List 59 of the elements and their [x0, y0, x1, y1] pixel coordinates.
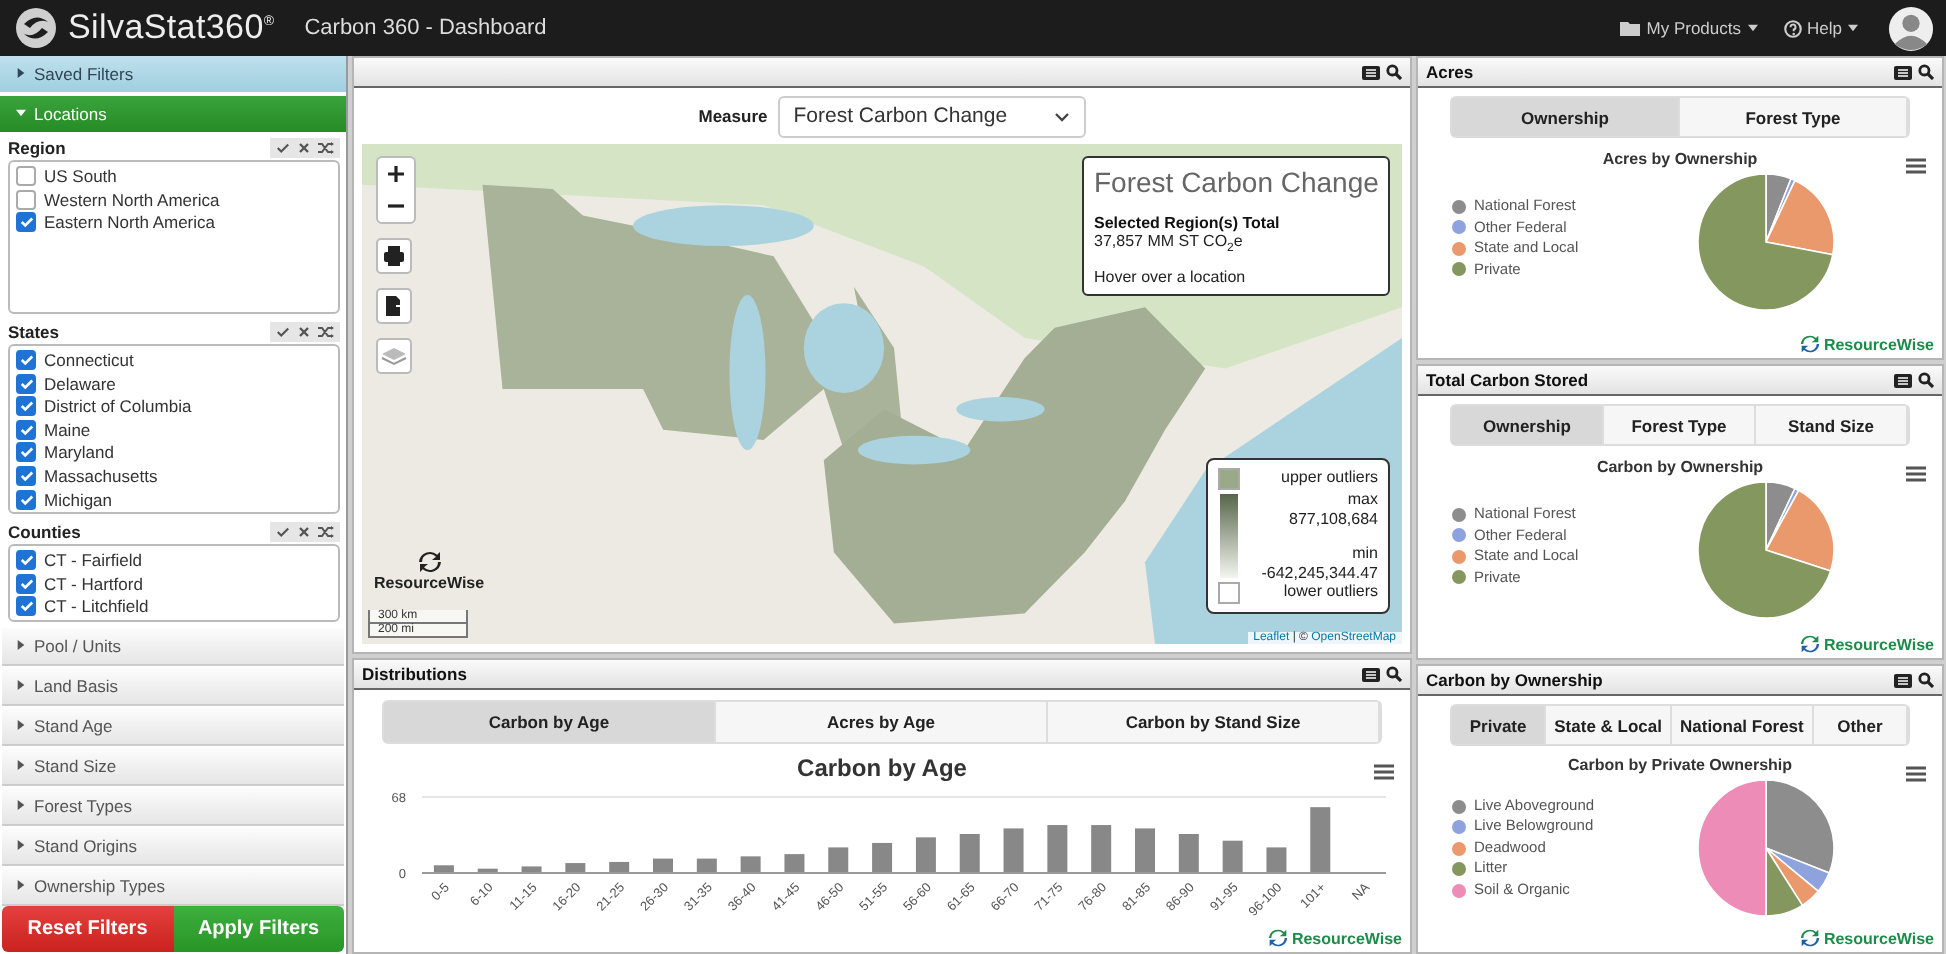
brand-text: ResourceWise: [1823, 635, 1934, 653]
accordion-header[interactable]: Saved Filters: [0, 56, 346, 96]
info-title: Forest Carbon Change: [1094, 166, 1378, 198]
checkbox-label: Delaware: [44, 373, 116, 394]
info-subtitle: Selected Region(s) Total: [1094, 214, 1282, 232]
app-title: Carbon 360 - Dashboard: [304, 16, 547, 40]
filter-accordion-item[interactable]: Stand Size: [2, 747, 344, 786]
filter-accordion-item[interactable]: Land Basis: [2, 667, 344, 706]
checkbox-label: Maryland: [44, 442, 114, 463]
filter-accordion-item[interactable]: Pool / Units: [2, 627, 344, 666]
logo-text: SilvaStat360$^{®}$: [68, 8, 275, 48]
brand-text: ResourceWise: [1823, 335, 1934, 353]
panel-title: Carbon by Ownership: [1426, 670, 1603, 690]
checkbox-label: District of Columbia: [44, 396, 192, 417]
checkbox-label: CT - Fairfield: [44, 550, 142, 570]
chart-tab[interactable]: Ownership: [1452, 98, 1680, 136]
products-menu[interactable]: My Products: [1612, 18, 1766, 38]
legend-value: 877,108,684: [1287, 509, 1378, 528]
panel-title: Acres: [1426, 62, 1474, 82]
checkbox-label: Michigan: [44, 489, 113, 510]
help-menu[interactable]: Help: [1775, 18, 1866, 38]
legend-value: -642,245,344.47: [1259, 563, 1378, 582]
filter-accordion-item[interactable]: Stand Origins: [2, 827, 344, 866]
chart-title: Acres by Ownership: [1602, 150, 1758, 168]
checkbox-label: Massachusetts: [44, 465, 158, 486]
checkbox-label: CT - Litchfield: [44, 596, 149, 617]
brand-text: ResourceWise: [1823, 929, 1934, 947]
legend-label: lower outliers: [1281, 582, 1378, 604]
chart-title: Carbon by Private Ownership: [1567, 756, 1793, 774]
brand-text: ResourceWise: [1291, 929, 1402, 947]
chart-tab[interactable]: Carbon by Age: [384, 702, 716, 742]
list-title: Counties: [8, 521, 81, 542]
accordion-header[interactable]: Locations: [0, 95, 346, 132]
info-hint: Hover over a location: [1094, 267, 1248, 286]
checkbox-label: Western North America: [44, 189, 220, 210]
info-total: 37,857 MM ST CO$_{2}$e: [1094, 232, 1245, 256]
measure-dropdown[interactable]: Forest Carbon Change: [777, 95, 1086, 137]
chart-title: Carbon by Age: [797, 754, 967, 782]
checkbox-label: Eastern North America: [44, 212, 216, 233]
legend-label: upper outliers: [1279, 468, 1378, 490]
filter-accordion-item[interactable]: Forest Types: [2, 787, 344, 826]
reset-button[interactable]: Reset Filters: [2, 906, 173, 952]
panel-title: Total Carbon Stored: [1426, 370, 1589, 390]
checkbox-label: Maine: [44, 419, 91, 440]
filter-accordion-item[interactable]: Stand Age: [2, 707, 344, 746]
checkbox-label: US South: [44, 166, 117, 187]
chart-title: Carbon by Ownership: [1596, 458, 1764, 476]
chart-tab[interactable]: Private: [1452, 706, 1547, 744]
brand-text: ResourceWise: [374, 574, 485, 592]
list-title: States: [8, 321, 60, 342]
list-title: Region: [8, 137, 66, 158]
checkbox-label: Connecticut: [44, 350, 134, 371]
panel-title: Distributions: [362, 664, 467, 684]
legend-label: max: [1345, 490, 1378, 509]
chart-tab[interactable]: Ownership: [1452, 406, 1604, 444]
checkbox-label: CT - Hartford: [44, 573, 143, 594]
filter-accordion-item[interactable]: Ownership Types: [2, 867, 344, 906]
measure-label: Measure: [698, 106, 768, 126]
legend-label: min: [1350, 544, 1378, 563]
